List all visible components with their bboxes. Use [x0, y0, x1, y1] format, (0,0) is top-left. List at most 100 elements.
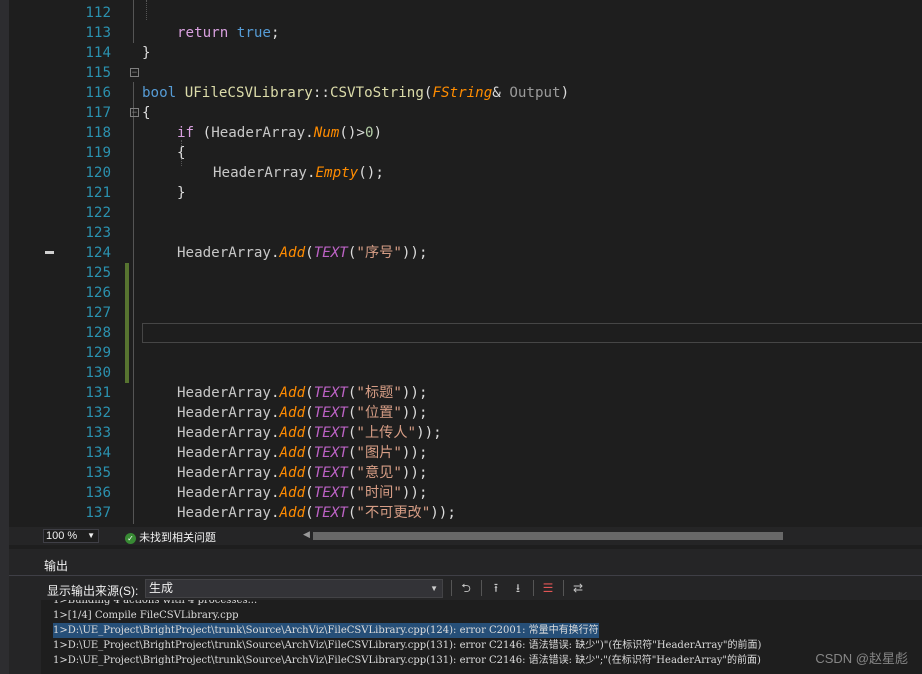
output-panel: 输出 显示输出来源(S): 生成 ▼ ⮌ ⭱ ⭳ ☰ ⇄ 1>Building 4… [9, 549, 922, 674]
punct: . [270, 385, 280, 401]
output-line-selected: 1>D:\UE_Project\BrightProject\trunk\Sour… [53, 623, 599, 638]
punct: )); [401, 485, 428, 501]
toolbar-separator [451, 580, 452, 596]
code-line[interactable]: { [9, 83, 922, 121]
method-name: Add [279, 385, 306, 401]
line-number: 114 [85, 45, 111, 61]
code-line[interactable]: } [9, 163, 922, 201]
string-literal: "标题" [356, 385, 402, 401]
output-line: 1>[1/4] Compile FileCSVLibrary.cpp [53, 610, 239, 621]
divider [9, 575, 922, 576]
brace: } [177, 185, 186, 201]
method-name: Add [279, 465, 306, 481]
string-literal: "图片" [356, 445, 402, 461]
method-name: Add [279, 485, 306, 501]
punct: )); [430, 505, 456, 521]
code-line[interactable]: HeaderArray.Add(TEXT("意见")); [9, 463, 922, 483]
code-line[interactable]: HeaderArray.Empty(); [9, 143, 922, 181]
code-line[interactable]: { [9, 123, 922, 161]
left-tool-strip [0, 0, 9, 674]
watermark: CSDN @赵星彪 [815, 651, 908, 666]
scrollbar-thumb[interactable] [313, 532, 783, 540]
identifier: HeaderArray [177, 245, 271, 261]
punct: )); [401, 245, 428, 261]
punct: ( [305, 485, 314, 501]
code-line[interactable]: if (HeaderArray.Num()>0) [9, 103, 922, 141]
line-number: 126 [85, 285, 111, 301]
line-number: 121 [85, 185, 111, 201]
punct: )); [416, 425, 442, 441]
string-literal: "不可更改" [356, 505, 431, 521]
output-line: 1>Building 4 actions with 4 processes... [53, 600, 258, 606]
code-line[interactable]: HeaderArray.Add(TEXT("不可更改")); [9, 503, 922, 523]
output-text-area[interactable]: 1>Building 4 actions with 4 processes...… [41, 600, 922, 674]
toolbar-separator [563, 580, 564, 596]
method-name: Add [279, 425, 306, 441]
code-line[interactable]: return true; [9, 3, 922, 41]
line-number-row: 123 [9, 223, 922, 243]
chevron-down-icon: ▼ [87, 531, 95, 540]
method-name: Add [279, 445, 306, 461]
identifier: HeaderArray [177, 425, 271, 441]
panel-title: 输出 [44, 559, 69, 573]
previous-message-icon[interactable]: ⭱ [487, 579, 505, 597]
method-name: Add [279, 245, 306, 261]
code-line[interactable]: } [9, 23, 922, 61]
identifier: HeaderArray [177, 445, 271, 461]
code-line[interactable]: bool UFileCSVLibrary::CSVToString(FStrin… [9, 63, 922, 101]
output-source-value: 生成 [149, 581, 174, 595]
code-line[interactable]: HeaderArray.Add(TEXT("标题")); [9, 383, 922, 403]
word-wrap-icon[interactable]: ⇄ [569, 579, 587, 597]
macro-name: TEXT [313, 505, 348, 521]
code-line[interactable]: HeaderArray.Add(TEXT("上传人")); [9, 423, 922, 443]
macro-name: TEXT [313, 385, 348, 401]
macro-name: TEXT [313, 405, 348, 421]
punct: ( [305, 505, 314, 521]
toolbar-separator [533, 580, 534, 596]
next-message-icon[interactable]: ⭳ [509, 579, 527, 597]
zoom-dropdown[interactable]: 100 % ▼ [43, 529, 99, 543]
punct: ( [305, 445, 314, 461]
code-editor[interactable]: − − 112 113 114 115 116 117 118 119 120 121 122 123… [9, 0, 922, 524]
method-name: Add [279, 505, 306, 521]
line-number-row: 121 [9, 183, 922, 203]
line-number: 127 [85, 305, 111, 321]
horizontal-scrollbar[interactable]: ◀ [303, 529, 922, 541]
clear-all-icon[interactable]: ☰ [539, 579, 557, 597]
macro-name: TEXT [313, 445, 348, 461]
punct: . [270, 245, 280, 261]
code-line[interactable]: HeaderArray.Add(TEXT("图片")); [9, 443, 922, 463]
identifier: HeaderArray [177, 465, 271, 481]
method-name: Add [279, 405, 306, 421]
line-number-row: 127 [9, 303, 922, 323]
code-line[interactable]: HeaderArray.Add(TEXT("时间")); [9, 483, 922, 503]
identifier: HeaderArray [177, 505, 271, 521]
line-number: 129 [85, 345, 111, 361]
identifier: HeaderArray [177, 385, 271, 401]
punct: )); [401, 465, 428, 481]
zoom-value: 100 % [46, 530, 78, 542]
output-source-label: 显示输出来源(S): [47, 584, 139, 598]
issues-indicator[interactable]: ✓ 未找到相关问题 [125, 529, 216, 545]
chevron-down-icon: ▼ [430, 584, 438, 593]
punct: . [270, 485, 280, 501]
punct: )); [401, 445, 428, 461]
punct: )); [401, 385, 428, 401]
brace: } [142, 45, 151, 61]
code-line[interactable]: HeaderArray.Add(TEXT("位置")); [9, 403, 922, 423]
punct: . [270, 405, 280, 421]
string-literal: "意见" [356, 465, 402, 481]
string-literal: "序号" [356, 245, 402, 261]
punct: . [270, 425, 280, 441]
goto-error-icon[interactable]: ⮌ [457, 579, 475, 597]
line-number: 128 [85, 325, 111, 341]
punct: )); [401, 405, 428, 421]
punct: . [270, 505, 280, 521]
output-source-select[interactable]: 生成 ▼ [145, 579, 443, 598]
string-literal: "位置" [356, 405, 402, 421]
code-line[interactable]: HeaderArray.Add(TEXT("序号")); [9, 243, 922, 263]
punct: ( [305, 245, 314, 261]
output-line: 1>D:\UE_Project\BrightProject\trunk\Sour… [53, 640, 762, 651]
scroll-left-icon[interactable]: ◀ [303, 529, 310, 540]
line-number-row: 129 [9, 343, 922, 363]
